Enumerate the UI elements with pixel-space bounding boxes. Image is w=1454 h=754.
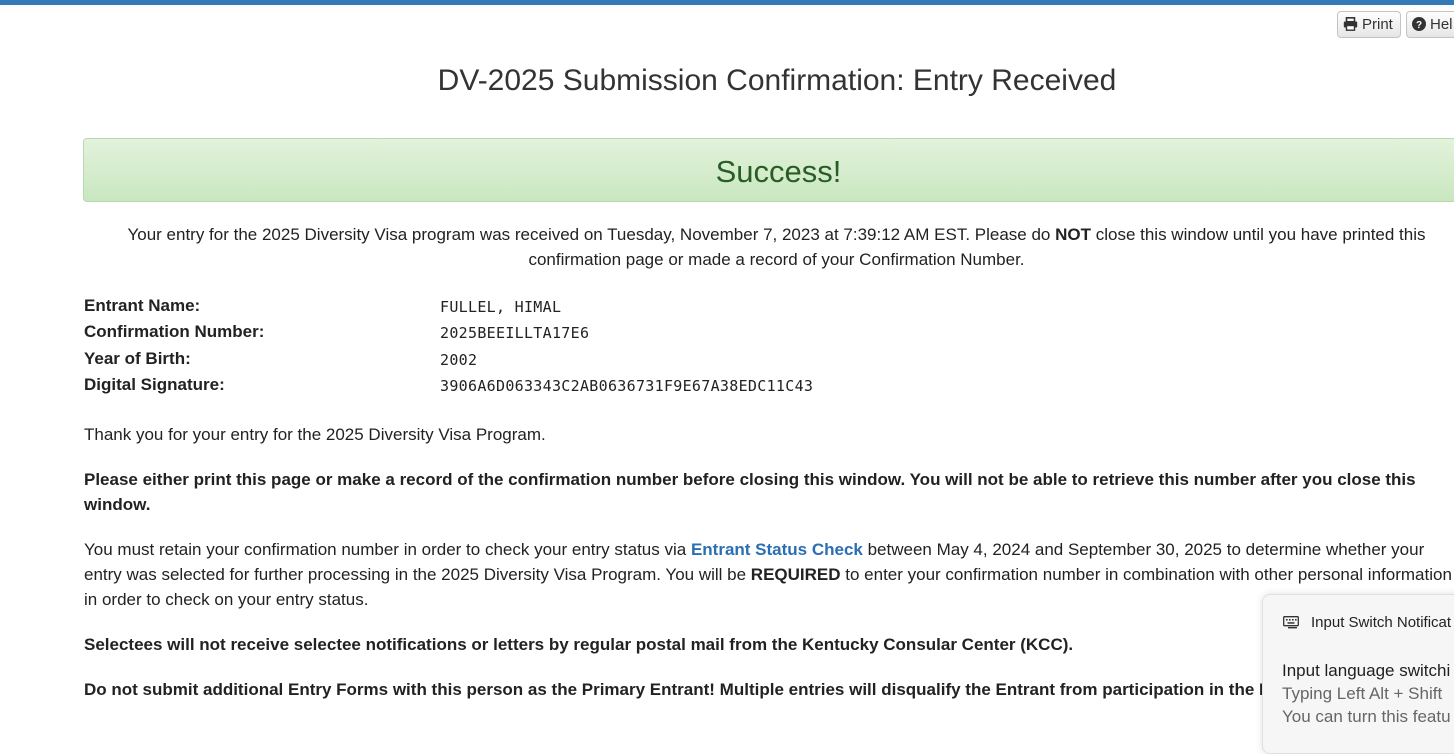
notification-line-2: You can turn this featu	[1282, 707, 1451, 726]
input-switch-notification[interactable]: Input Switch Notificat Input language sw…	[1262, 594, 1454, 754]
help-circle-icon: ?	[1412, 17, 1426, 31]
svg-text:?: ?	[1416, 20, 1422, 31]
received-not-emphasis: NOT	[1055, 225, 1091, 244]
print-icon	[1343, 17, 1358, 31]
entrant-status-check-link[interactable]: Entrant Status Check	[691, 540, 863, 559]
year-of-birth-label: Year of Birth:	[84, 349, 191, 368]
success-text: Success!	[715, 154, 842, 189]
thank-you-text: Thank you for your entry for the 2025 Di…	[84, 425, 546, 444]
year-of-birth-value: 2002	[440, 351, 478, 369]
print-button[interactable]: Print	[1337, 11, 1401, 38]
entrant-name-value: FULLEL, HIMAL	[440, 298, 562, 316]
confirmation-number-label: Confirmation Number:	[84, 322, 265, 341]
help-button[interactable]: ? Hel	[1406, 11, 1454, 38]
notification-line-1: Typing Left Alt + Shift	[1282, 684, 1443, 703]
keyboard-icon	[1283, 616, 1299, 629]
digital-signature-label: Digital Signature:	[84, 375, 225, 394]
retain-number-text: You must retain your confirmation number…	[84, 537, 1454, 612]
help-label: Hel	[1430, 16, 1453, 33]
success-alert: Success!	[83, 138, 1454, 202]
confirmation-number-value: 2025BEEILLTA17E6	[440, 324, 590, 342]
received-message: Your entry for the 2025 Diversity Visa p…	[95, 222, 1454, 272]
notification-title: Input language switchi	[1282, 661, 1451, 680]
print-warning-text: Please either print this page or make a …	[84, 470, 1416, 514]
digital-signature-value: 3906A6D063343C2AB0636731F9E67A38EDC11C43	[440, 377, 814, 395]
notification-header-text: Input Switch Notificat	[1311, 614, 1452, 631]
selectees-notice: Selectees will not receive selectee noti…	[84, 635, 1074, 654]
page-title: DV-2025 Submission Confirmation: Entry R…	[437, 64, 1117, 97]
received-text-1: Your entry for the 2025 Diversity Visa p…	[127, 225, 1056, 244]
print-label: Print	[1362, 16, 1393, 33]
multiple-entries-warning: Do not submit additional Entry Forms wit…	[84, 680, 1405, 699]
top-accent-bar	[0, 0, 1454, 5]
retain-text-1: You must retain your confirmation number…	[84, 540, 691, 559]
entrant-name-label: Entrant Name:	[84, 296, 201, 315]
required-emphasis: REQUIRED	[750, 565, 841, 584]
notification-header: Input Switch Notificat	[1283, 614, 1451, 631]
